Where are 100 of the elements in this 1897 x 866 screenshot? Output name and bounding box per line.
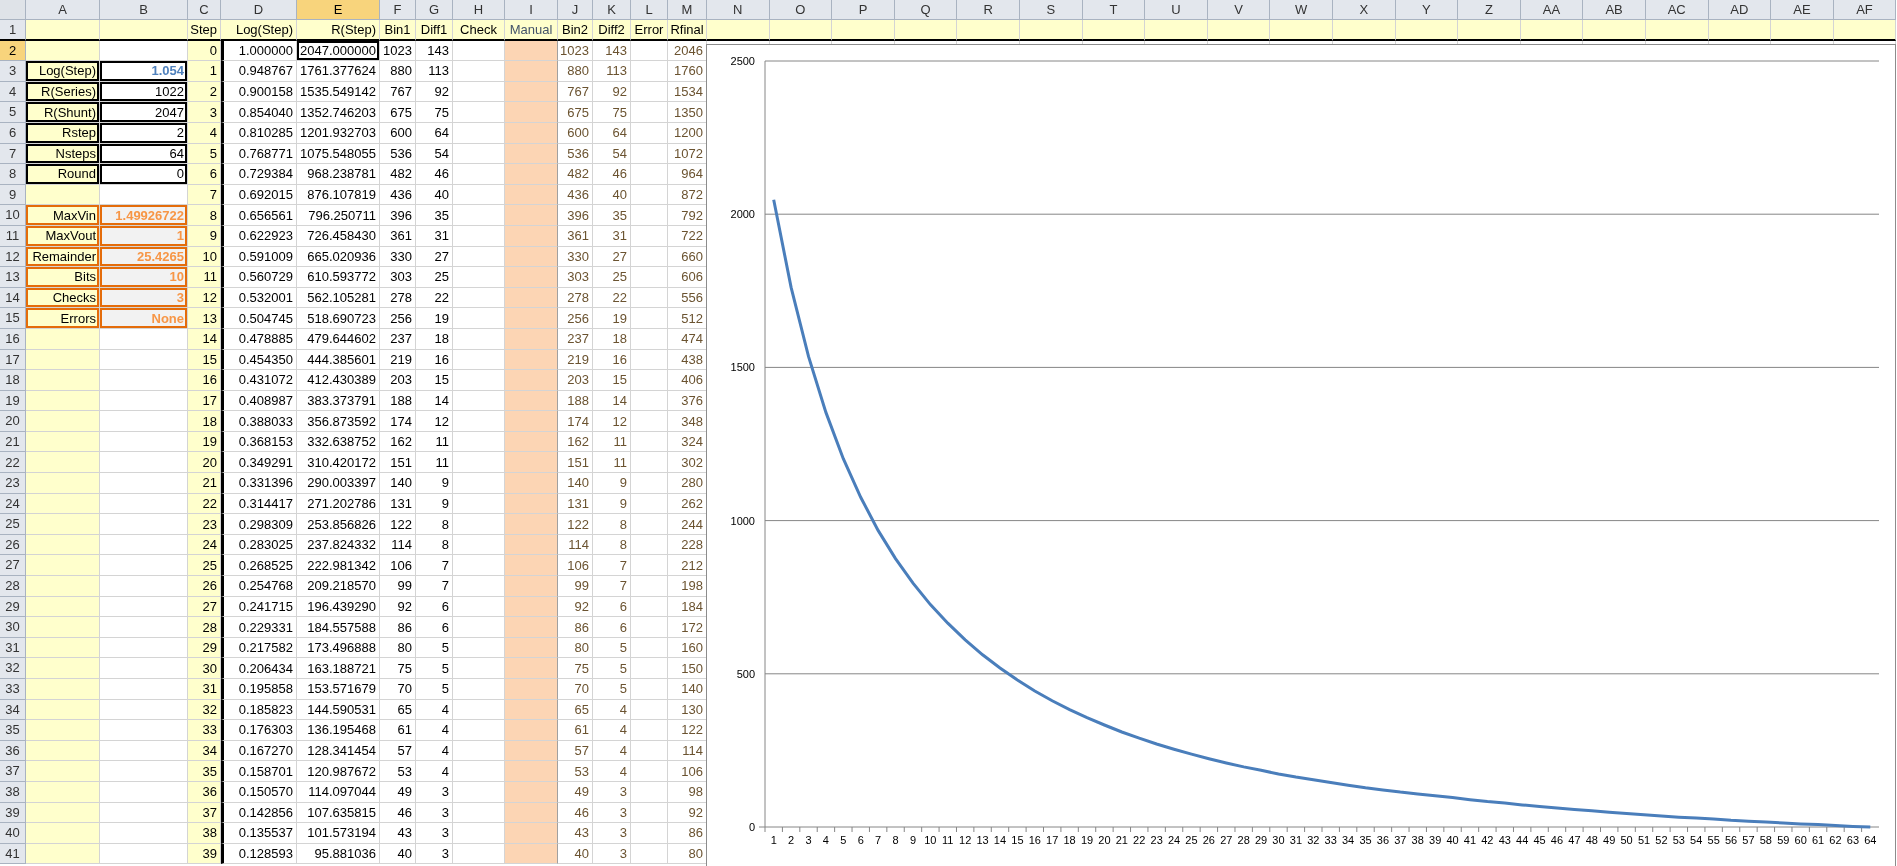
row-header[interactable]: 21 <box>0 431 26 453</box>
row-header[interactable]: 33 <box>0 679 26 700</box>
table-cell <box>631 555 668 577</box>
column-header[interactable]: T <box>1082 0 1146 20</box>
row-header[interactable]: 13 <box>0 267 26 288</box>
table-cell: 18 <box>188 411 221 432</box>
column-header[interactable]: Y <box>1395 0 1459 20</box>
table-cell: 0.768771 <box>221 143 297 165</box>
column-header[interactable]: D <box>221 0 297 20</box>
row-header[interactable]: 39 <box>0 802 26 824</box>
row-header[interactable]: 24 <box>0 493 26 515</box>
row-header[interactable]: 32 <box>0 658 26 679</box>
column-header[interactable]: V <box>1207 0 1271 20</box>
column-header[interactable]: A <box>26 0 100 20</box>
column-header[interactable]: AE <box>1771 0 1834 20</box>
row-header[interactable]: 26 <box>0 534 26 556</box>
row-header[interactable]: 30 <box>0 617 26 638</box>
table-cell <box>453 473 505 494</box>
row-header[interactable]: 31 <box>0 637 26 659</box>
row-header[interactable]: 15 <box>0 308 26 329</box>
column-header[interactable]: AA <box>1520 0 1584 20</box>
column-header[interactable]: AF <box>1833 0 1897 20</box>
row-header[interactable]: 17 <box>0 349 26 371</box>
table-cell: 174 <box>558 411 593 432</box>
row-header[interactable]: 22 <box>0 452 26 474</box>
row-header[interactable]: 2 <box>0 40 26 62</box>
x-axis-label: 20 <box>1098 834 1111 846</box>
row-header[interactable]: 14 <box>0 287 26 309</box>
row-header[interactable]: 37 <box>0 761 26 782</box>
row-header[interactable]: 23 <box>0 473 26 494</box>
column-header[interactable]: AC <box>1645 0 1709 20</box>
column-header[interactable]: W <box>1270 0 1333 20</box>
table-cell <box>453 720 505 741</box>
y-axis-label: 0 <box>748 821 755 833</box>
row-header[interactable]: 20 <box>0 411 26 432</box>
row-header[interactable]: 27 <box>0 555 26 577</box>
row-header[interactable]: 19 <box>0 390 26 412</box>
table-cell: 219 <box>558 349 593 371</box>
row-header[interactable]: 29 <box>0 596 26 618</box>
column-header[interactable]: O <box>769 0 833 20</box>
row-header[interactable]: 38 <box>0 781 26 803</box>
row-header[interactable]: 41 <box>0 843 26 865</box>
column-header[interactable]: R <box>957 0 1020 20</box>
column-header[interactable]: AB <box>1583 0 1646 20</box>
table-cell <box>453 576 505 597</box>
row-header[interactable]: 12 <box>0 246 26 268</box>
x-axis-label: 10 <box>924 834 937 846</box>
table-cell: 0.532001 <box>221 287 297 309</box>
table-cell <box>631 411 668 432</box>
table-cell: 25 <box>593 267 631 288</box>
row-header[interactable]: 25 <box>0 514 26 535</box>
column-title: Bin1 <box>380 20 416 41</box>
row-header[interactable]: 16 <box>0 328 26 350</box>
column-header[interactable]: F <box>380 0 416 20</box>
column-header[interactable]: S <box>1019 0 1083 20</box>
row-header[interactable]: 4 <box>0 81 26 103</box>
row-header[interactable]: 9 <box>0 184 26 206</box>
column-header[interactable]: N <box>707 0 770 20</box>
table-cell: 5 <box>416 637 453 659</box>
column-header[interactable]: G <box>416 0 453 20</box>
row-header[interactable]: 28 <box>0 576 26 597</box>
column-header[interactable]: M <box>668 0 707 20</box>
row-header[interactable]: 35 <box>0 720 26 741</box>
column-header[interactable]: I <box>505 0 558 20</box>
column-header[interactable]: Q <box>894 0 958 20</box>
column-header[interactable]: P <box>832 0 895 20</box>
column-header[interactable]: X <box>1332 0 1396 20</box>
column-header[interactable]: E <box>297 0 380 20</box>
table-cell: 0.656561 <box>221 205 297 226</box>
row-header[interactable]: 11 <box>0 225 26 247</box>
row-header[interactable]: 6 <box>0 122 26 144</box>
column-header[interactable]: Z <box>1458 0 1521 20</box>
table-cell: 6 <box>188 164 221 185</box>
table-cell: 23 <box>188 514 221 535</box>
row-header[interactable]: 34 <box>0 699 26 721</box>
column-header[interactable]: AD <box>1708 0 1772 20</box>
table-cell: 7 <box>188 184 221 206</box>
column-header[interactable]: B <box>100 0 188 20</box>
table-cell: 8 <box>188 205 221 226</box>
select-all-corner[interactable] <box>0 0 26 20</box>
column-header[interactable]: H <box>453 0 505 20</box>
row-header[interactable]: 1 <box>0 20 26 41</box>
row-header[interactable]: 36 <box>0 740 26 762</box>
table-cell: 1761.377624 <box>297 61 380 82</box>
column-header[interactable]: C <box>188 0 221 20</box>
row-header[interactable]: 3 <box>0 61 26 82</box>
column-header[interactable]: L <box>631 0 668 20</box>
row-header[interactable]: 8 <box>0 164 26 185</box>
column-header[interactable]: K <box>593 0 631 20</box>
table-cell: 0.314417 <box>221 493 297 515</box>
row-header[interactable]: 7 <box>0 143 26 165</box>
row-header[interactable]: 18 <box>0 370 26 391</box>
row-header[interactable]: 5 <box>0 102 26 123</box>
table-cell <box>505 102 558 123</box>
table-cell: 479.644602 <box>297 328 380 350</box>
table-cell: 46 <box>558 802 593 824</box>
row-header[interactable]: 40 <box>0 823 26 844</box>
row-header[interactable]: 10 <box>0 205 26 226</box>
column-header[interactable]: J <box>558 0 593 20</box>
column-header[interactable]: U <box>1145 0 1208 20</box>
